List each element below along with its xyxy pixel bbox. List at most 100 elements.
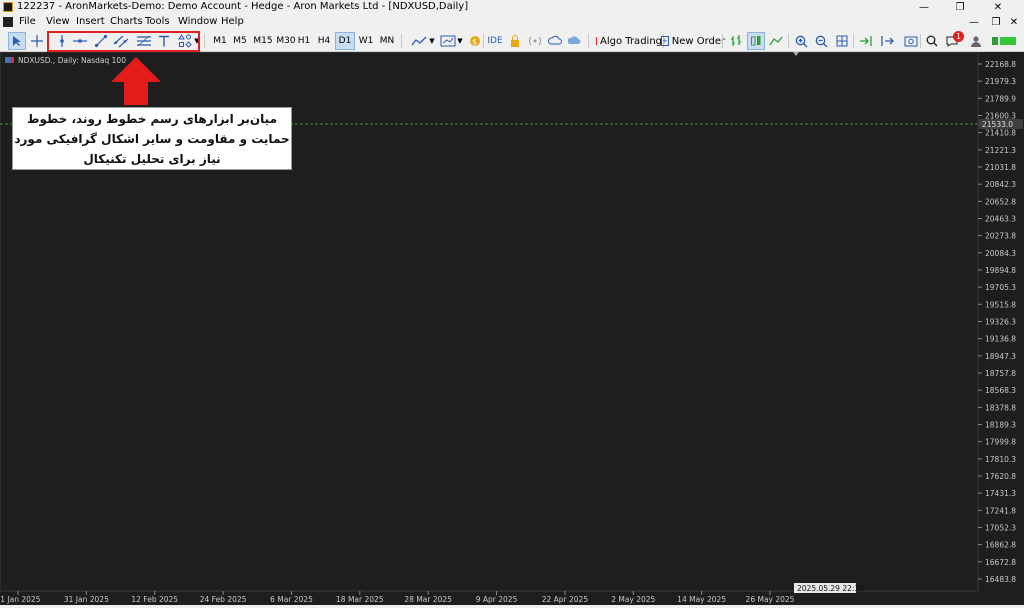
y-tick-label: 21979.3	[985, 77, 1016, 86]
red-arrow-icon	[111, 57, 161, 105]
search-icon[interactable]	[923, 32, 941, 50]
drawing-tools-highlight	[47, 31, 200, 52]
account-icon[interactable]	[967, 32, 985, 50]
x-tick-label: 26 May 2025	[746, 595, 795, 604]
zoom-out-icon[interactable]	[812, 32, 830, 50]
zoom-in-icon[interactable]	[792, 32, 810, 50]
y-tick-label: 18378.8	[985, 403, 1016, 412]
window-title: 122237 - AronMarkets-Demo: Demo Account …	[17, 1, 469, 12]
signal-icon[interactable]	[526, 32, 544, 50]
x-tick-label: 28 Mar 2025	[404, 595, 452, 604]
chevron-down-icon[interactable]: ▼	[428, 32, 436, 50]
timeframe-d1[interactable]: D1	[335, 32, 355, 50]
screenshot-icon[interactable]	[902, 32, 920, 50]
app-icon	[3, 2, 13, 12]
menu-charts[interactable]: Charts	[110, 16, 143, 27]
y-tick-label: 21410.8	[985, 129, 1016, 138]
x-tick-label: 9 Apr 2025	[476, 595, 518, 604]
menu-view[interactable]: View	[46, 16, 70, 27]
new-order-label: New Order	[671, 35, 726, 47]
mdi-close-button[interactable]: ✕	[1000, 15, 1024, 30]
title-bar: 122237 - AronMarkets-Demo: Demo Account …	[0, 0, 1024, 15]
templates-icon[interactable]	[438, 32, 458, 50]
y-tick-label: 21221.3	[985, 146, 1016, 155]
timeframe-w1[interactable]: W1	[356, 32, 376, 50]
x-tick-label: 12 Feb 2025	[131, 595, 178, 604]
stop-icon	[596, 37, 598, 45]
y-tick-label: 20842.3	[985, 180, 1016, 189]
y-tick-label: 19136.8	[985, 335, 1016, 344]
timeframe-mn[interactable]: MN	[377, 32, 397, 50]
y-tick-label: 16672.8	[985, 558, 1016, 567]
y-tick-label: 17431.3	[985, 489, 1016, 498]
y-tick-label: 17620.8	[985, 472, 1016, 481]
menu-bar: File View Insert Charts Tools Window Hel…	[0, 15, 1024, 30]
svg-text:$: $	[472, 38, 477, 47]
connection-status-icon[interactable]	[990, 32, 1018, 50]
timeframe-m1[interactable]: M1	[210, 32, 230, 50]
menu-tools[interactable]: Tools	[145, 16, 170, 27]
x-tick-label: 18 Mar 2025	[336, 595, 384, 604]
y-tick-label: 18189.3	[985, 421, 1016, 430]
minimize-button[interactable]: —	[910, 0, 938, 15]
current-price-label: 21533.0	[982, 120, 1013, 129]
menu-window[interactable]: Window	[178, 16, 217, 27]
tile-windows-icon[interactable]	[833, 32, 851, 50]
y-tick-label: 19894.8	[985, 266, 1016, 275]
timeframe-m15[interactable]: M15	[251, 32, 275, 50]
annotation-callout: میان‌بر ابزارهای رسم خطوط روند، خطوط حما…	[12, 107, 292, 170]
chevron-down-icon[interactable]: ▼	[456, 32, 464, 50]
y-tick-label: 20084.3	[985, 249, 1016, 258]
close-button[interactable]: ✕	[984, 0, 1012, 15]
auto-scroll-icon[interactable]	[857, 32, 875, 50]
y-tick-label: 19705.3	[985, 283, 1016, 292]
menu-file[interactable]: File	[19, 16, 36, 27]
cloud-icon[interactable]	[546, 32, 564, 50]
y-tick-label: 22168.8	[985, 60, 1016, 69]
new-order-button[interactable]: + New Order	[660, 32, 725, 50]
cursor-icon[interactable]	[8, 32, 26, 50]
y-tick-label: 20652.8	[985, 197, 1016, 206]
notification-badge: 1	[953, 31, 964, 42]
y-tick-label: 16862.8	[985, 541, 1016, 550]
timeframe-h4[interactable]: H4	[314, 32, 334, 50]
lock-icon[interactable]	[506, 32, 524, 50]
y-tick-label: 17999.8	[985, 438, 1016, 447]
chart-shift-icon[interactable]	[878, 32, 896, 50]
candlestick-icon[interactable]	[747, 32, 765, 50]
y-tick-label: 20463.3	[985, 215, 1016, 224]
restore-button[interactable]: ❐	[946, 0, 974, 15]
x-tick-label: 22 Apr 2025	[542, 595, 589, 604]
crosshair-icon[interactable]	[28, 32, 46, 50]
y-tick-label: 20273.8	[985, 232, 1016, 241]
timeframe-h1[interactable]: H1	[294, 32, 314, 50]
y-tick-label: 17810.3	[985, 455, 1016, 464]
y-tick-label: 21789.9	[985, 94, 1016, 103]
y-tick-label: 16483.8	[985, 575, 1016, 584]
flag-icon-stripe	[11, 57, 14, 63]
x-tick-label: 24 Feb 2025	[200, 595, 247, 604]
bar-chart-icon[interactable]	[727, 32, 745, 50]
y-tick-label: 18568.3	[985, 386, 1016, 395]
timeframe-m5[interactable]: M5	[230, 32, 250, 50]
y-tick-label: 19515.8	[985, 300, 1016, 309]
chart-end-marker	[793, 52, 799, 56]
chart-type-icon[interactable]	[408, 32, 430, 50]
line-chart-icon[interactable]	[767, 32, 785, 50]
vps-icon[interactable]	[566, 32, 584, 50]
chart-window-icon	[3, 17, 13, 27]
menu-help[interactable]: Help	[221, 16, 244, 27]
x-tick-label: 14 May 2025	[677, 595, 726, 604]
x-tick-label: 21 Jan 2025	[0, 595, 41, 604]
y-tick-label: 19326.3	[985, 318, 1016, 327]
y-tick-label: 17241.8	[985, 506, 1016, 515]
y-tick-label: 21031.8	[985, 163, 1016, 172]
crosshair-time-label: 2025.05.29 22:30	[797, 584, 864, 593]
indicators-icon[interactable]: $	[466, 32, 484, 50]
ide-button[interactable]: IDE	[486, 32, 504, 50]
menu-insert[interactable]: Insert	[76, 16, 105, 27]
algo-trading-button[interactable]: Algo Trading	[596, 32, 662, 50]
x-tick-label: 31 Jan 2025	[64, 595, 109, 604]
x-tick-label: 2 May 2025	[611, 595, 655, 604]
x-tick-label: 6 Mar 2025	[270, 595, 313, 604]
